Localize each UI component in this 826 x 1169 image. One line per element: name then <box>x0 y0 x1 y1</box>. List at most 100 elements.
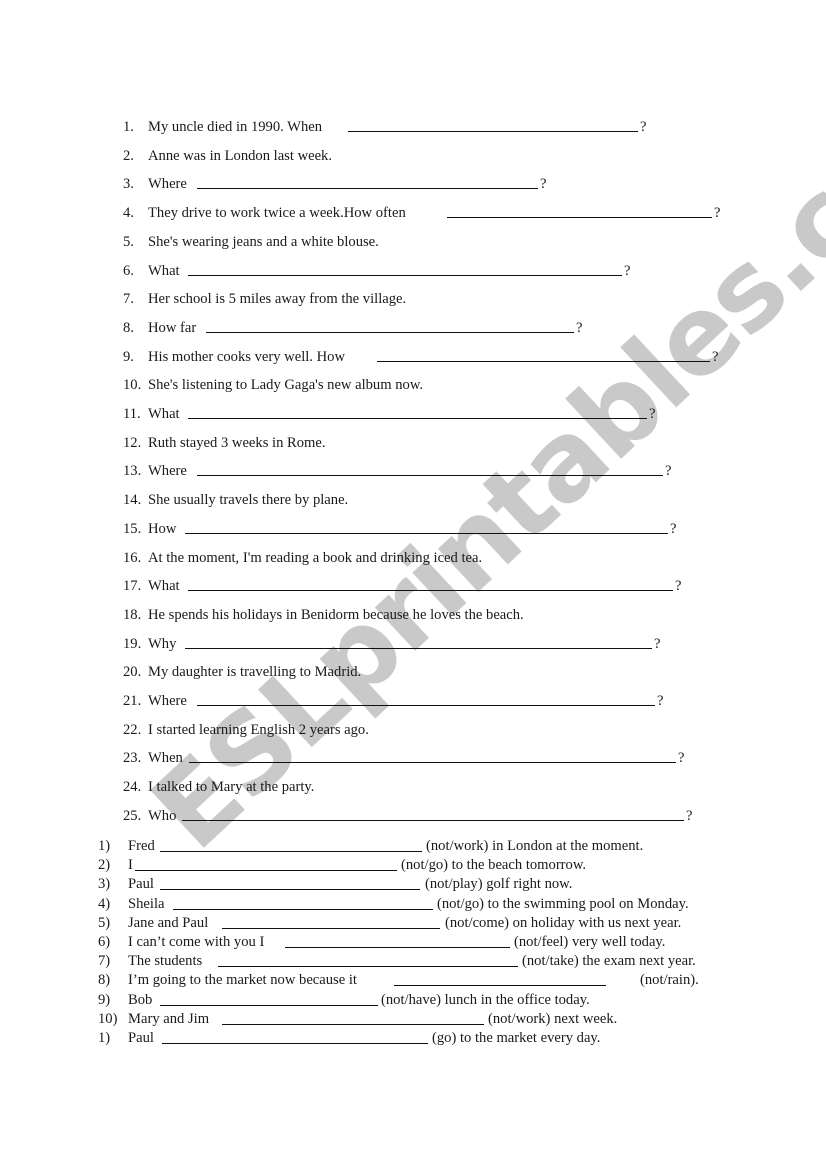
sentence-subject: Paul <box>128 876 154 893</box>
answer-blank[interactable] <box>218 966 518 968</box>
question-mark: ? <box>686 807 693 824</box>
sentence-item: 8) I’m going to the market now because it… <box>0 971 826 990</box>
sentence-subject: Bob <box>128 991 153 1008</box>
item-number: 10) <box>98 1010 118 1027</box>
item-number: 23. <box>123 750 142 767</box>
answer-blank[interactable] <box>188 418 647 419</box>
answer-blank[interactable] <box>162 1043 428 1044</box>
answer-blank[interactable] <box>197 475 663 477</box>
sentence-rest: (not/work) next week. <box>488 1010 618 1027</box>
item-text: My daughter is travelling to Madrid. <box>148 664 362 681</box>
item-number: 13. <box>123 463 142 480</box>
answer-blank[interactable] <box>394 985 606 987</box>
item-number: 20. <box>123 664 142 681</box>
question-mark: ? <box>657 693 664 709</box>
question-item: 14. She usually travels there by plane. <box>0 490 826 510</box>
question-item: 24. I talked to Mary at the party. <box>0 777 826 797</box>
answer-blank[interactable] <box>447 217 712 219</box>
answer-blank[interactable] <box>173 908 433 910</box>
sentence-subject: Paul <box>128 1030 154 1046</box>
question-item: 11. What? <box>0 404 826 424</box>
item-text: How <box>148 520 177 537</box>
item-number: 4) <box>98 895 111 912</box>
sentence-item: 1) Fred (not/work) in London at the moment… <box>0 837 826 856</box>
item-number: 8. <box>123 319 134 336</box>
question-item: 15. How? <box>0 519 826 539</box>
item-number: 21. <box>123 693 142 709</box>
sentence-item: 3) Paul (not/play) golf right now. <box>0 875 826 894</box>
item-text: She's wearing jeans and a white blouse. <box>148 233 379 250</box>
item-number: 8) <box>98 972 111 989</box>
question-item: 20. My daughter is travelling to Madrid. <box>0 662 826 682</box>
item-number: 14. <box>123 492 142 509</box>
question-item: 8. How far? <box>0 318 826 338</box>
question-item: 23. When? <box>0 748 826 768</box>
answer-blank[interactable] <box>188 274 622 276</box>
item-text: What <box>148 262 180 279</box>
item-number: 9. <box>123 348 134 365</box>
answer-blank[interactable] <box>188 590 673 592</box>
answer-blank[interactable] <box>222 1023 484 1025</box>
item-number: 7. <box>123 291 134 308</box>
sentence-subject: I’m going to the market now because it <box>128 972 357 989</box>
question-item: 16. At the moment, I'm reading a book and… <box>0 548 826 568</box>
answer-blank[interactable] <box>197 188 538 190</box>
sentence-subject: The students <box>128 953 203 970</box>
item-number: 3. <box>123 176 134 193</box>
answer-blank[interactable] <box>206 331 574 333</box>
item-number: 11. <box>123 406 141 422</box>
item-text: They drive to work twice a week.How ofte… <box>148 205 406 222</box>
sentence-rest: (not/feel) very well today. <box>514 934 666 950</box>
answer-blank[interactable] <box>135 870 397 872</box>
item-text: She's listening to Lady Gaga's new album… <box>148 377 424 394</box>
item-text: My uncle died in 1990. When <box>148 119 323 135</box>
item-number: 12. <box>123 434 142 451</box>
answer-blank[interactable] <box>377 360 710 362</box>
sentence-item: 5) Jane and Paul (not/come) on holiday wit… <box>0 914 826 933</box>
item-number: 1) <box>98 1030 111 1046</box>
question-item: 3. Where? <box>0 174 826 194</box>
item-number: 1) <box>98 838 111 854</box>
item-number: 6. <box>123 262 134 279</box>
item-number: 7) <box>98 953 111 970</box>
item-text: Her school is 5 miles away from the vill… <box>148 291 407 308</box>
item-number: 15. <box>123 520 142 537</box>
question-mark: ? <box>665 463 672 480</box>
item-number: 22. <box>123 721 142 738</box>
item-number: 5) <box>98 914 111 931</box>
question-item: 4. They drive to work twice a week.How of… <box>0 203 826 223</box>
sentence-subject: Mary and Jim <box>128 1010 210 1027</box>
question-item: 21. Where? <box>0 691 826 711</box>
answer-blank[interactable] <box>160 889 420 891</box>
question-item: 9. His mother cooks very well. How? <box>0 347 826 367</box>
answer-blank[interactable] <box>222 927 440 929</box>
question-mark: ? <box>678 750 685 767</box>
answer-blank[interactable] <box>185 647 652 649</box>
question-mark: ? <box>540 176 547 193</box>
question-mark: ? <box>670 520 677 537</box>
item-text: Who <box>148 807 177 824</box>
item-text: I talked to Mary at the party. <box>148 779 315 796</box>
answer-blank[interactable] <box>189 762 676 764</box>
question-item: 19. Why? <box>0 634 826 654</box>
sentence-subject: I <box>128 857 133 874</box>
item-number: 2. <box>123 147 134 164</box>
answer-blank[interactable] <box>160 851 422 852</box>
answer-blank[interactable] <box>348 131 638 132</box>
answer-blank[interactable] <box>197 705 655 706</box>
answer-blank[interactable] <box>285 947 510 948</box>
answer-blank[interactable] <box>160 1004 378 1006</box>
item-text: Where <box>148 176 187 193</box>
item-text: Where <box>148 463 187 480</box>
sentence-rest: (not/go) to the beach tomorrow. <box>401 857 587 874</box>
question-item: 6. What? <box>0 261 826 281</box>
worksheet-page: ESLprintables.com 1. My uncle died in 199… <box>0 0 826 1169</box>
item-number: 4. <box>123 205 134 222</box>
answer-blank[interactable] <box>185 532 668 534</box>
sentence-rest: (not/come) on holiday with us next year. <box>445 914 682 931</box>
answer-blank[interactable] <box>182 819 684 821</box>
sentence-item: 6) I can’t come with you I (not/feel) very… <box>0 933 826 952</box>
item-number: 2) <box>98 857 111 874</box>
item-text: He spends his holidays in Benidorm becau… <box>148 606 524 623</box>
question-mark: ? <box>675 578 682 595</box>
